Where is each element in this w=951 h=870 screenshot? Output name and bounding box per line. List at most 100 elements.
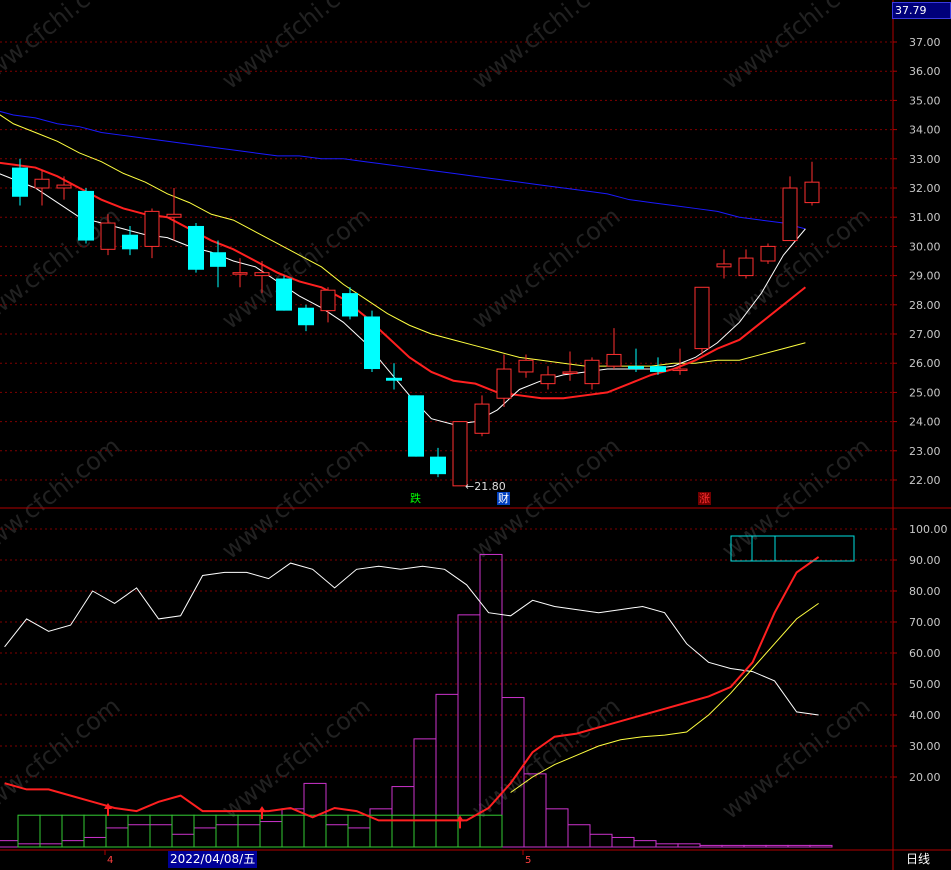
candlestick[interactable] (56, 176, 72, 200)
price-tick-label: 22.00 (909, 474, 941, 487)
watermark-text: www.cfchi.com (466, 432, 625, 565)
candle-body (628, 366, 644, 370)
candle-body (496, 368, 512, 399)
time-tick-label: 5 (525, 855, 531, 866)
candlesticks[interactable] (12, 158, 820, 487)
watermark-text: www.cfchi.com (216, 432, 375, 565)
indicator-axis: 100.00 90.00 80.00 70.00 60.00 50.00 40.00 30.0… (893, 523, 948, 784)
histogram-bar (611, 836, 635, 848)
candle-body (100, 222, 116, 250)
green-signal-bar (127, 814, 151, 848)
indicator-tick-label: 20.00 (909, 771, 941, 784)
red-line (4, 556, 820, 822)
price-tick-label: 35.00 (909, 94, 941, 107)
candle-body (188, 225, 204, 270)
price-tick-label: 26.00 (909, 357, 941, 370)
green-signal-bar (39, 814, 63, 848)
histogram-bar (237, 824, 261, 848)
green-signal-bar (83, 814, 107, 848)
candlestick[interactable] (34, 170, 50, 206)
candle-body (342, 293, 358, 317)
histogram-bar (677, 843, 701, 848)
candlestick[interactable] (210, 240, 226, 288)
price-tick-label: 24.00 (909, 416, 941, 429)
candlestick[interactable] (562, 351, 578, 381)
candlestick[interactable] (716, 249, 732, 279)
watermark-text: www.cfchi.com (466, 202, 625, 335)
moving-average-lines (0, 110, 807, 426)
candlestick[interactable] (760, 243, 776, 264)
price-tick-label: 25.00 (909, 386, 941, 399)
candle-body (298, 307, 314, 326)
watermark-text: www.cfchi.com (716, 432, 875, 565)
histogram-bar (149, 824, 173, 848)
histogram-bar (655, 843, 679, 848)
candlestick[interactable] (694, 286, 710, 355)
period-mode-label[interactable]: 日线 (906, 851, 930, 868)
price-tick-label: 28.00 (909, 299, 941, 312)
histogram-bar (765, 844, 789, 848)
candlestick[interactable] (298, 304, 314, 332)
histogram-bar (369, 808, 393, 848)
candle-body (452, 421, 468, 487)
histogram-bar (787, 844, 811, 848)
candle-body (276, 278, 292, 311)
candlestick[interactable] (78, 188, 94, 244)
candle-body (122, 234, 138, 250)
histogram-bar (171, 833, 195, 848)
candlestick[interactable] (122, 225, 138, 256)
marker-fall[interactable]: 跌 (409, 492, 422, 505)
candlestick[interactable] (782, 176, 798, 242)
candle-body (540, 374, 556, 385)
time-tick-label: 4 (107, 855, 113, 866)
green-signal-bar (259, 814, 283, 848)
candlestick[interactable] (320, 287, 336, 323)
candlestick[interactable] (232, 258, 248, 288)
candlestick[interactable] (452, 421, 468, 487)
green-signal-bar (281, 814, 305, 848)
histogram-bar (193, 827, 217, 848)
histogram-bar (391, 786, 415, 848)
moving-average-line (0, 110, 806, 230)
candlestick[interactable] (474, 395, 490, 437)
candlestick[interactable] (430, 447, 446, 478)
candlestick[interactable] (276, 275, 292, 311)
marker-finance[interactable]: 财 (497, 492, 510, 505)
candle-body (364, 316, 380, 370)
candlestick[interactable] (364, 310, 380, 372)
candle-body (144, 210, 160, 247)
candle-body (386, 377, 402, 381)
price-tick-label: 36.00 (909, 65, 941, 78)
candlestick[interactable] (606, 328, 622, 370)
price-tick-label: 29.00 (909, 270, 941, 283)
price-tick-label: 33.00 (909, 153, 941, 166)
watermark-text: www.cfchi.com (0, 432, 125, 565)
histogram-bar (259, 821, 283, 848)
histogram-bar (743, 844, 767, 848)
histogram-bar (0, 840, 19, 848)
candlestick[interactable] (386, 363, 402, 390)
indicator-tick-label: 80.00 (909, 585, 941, 598)
moving-average-line (0, 114, 806, 367)
green-signal-bar (347, 814, 371, 848)
moving-average-line (0, 173, 806, 426)
candle-body (606, 353, 622, 367)
candlestick[interactable] (628, 348, 644, 372)
candlestick[interactable] (540, 366, 556, 390)
stock-chart: www.cfchi.com www.cfchi.com www.cfchi.com w… (0, 0, 951, 870)
candle-body (584, 359, 600, 385)
candlestick[interactable] (804, 161, 820, 206)
candle-body (760, 245, 776, 262)
candlestick[interactable] (408, 395, 424, 457)
candle-body (12, 167, 28, 197)
candle-body (34, 178, 50, 189)
candlestick[interactable] (144, 208, 160, 259)
histogram-bar (413, 738, 437, 848)
histogram-bar (699, 844, 723, 848)
candlestick[interactable] (166, 188, 182, 241)
candlestick[interactable] (738, 249, 754, 279)
marker-rise[interactable]: 涨 (698, 492, 711, 505)
candlestick[interactable] (584, 357, 600, 390)
candlestick[interactable] (188, 223, 204, 273)
histogram-bar (589, 833, 613, 848)
